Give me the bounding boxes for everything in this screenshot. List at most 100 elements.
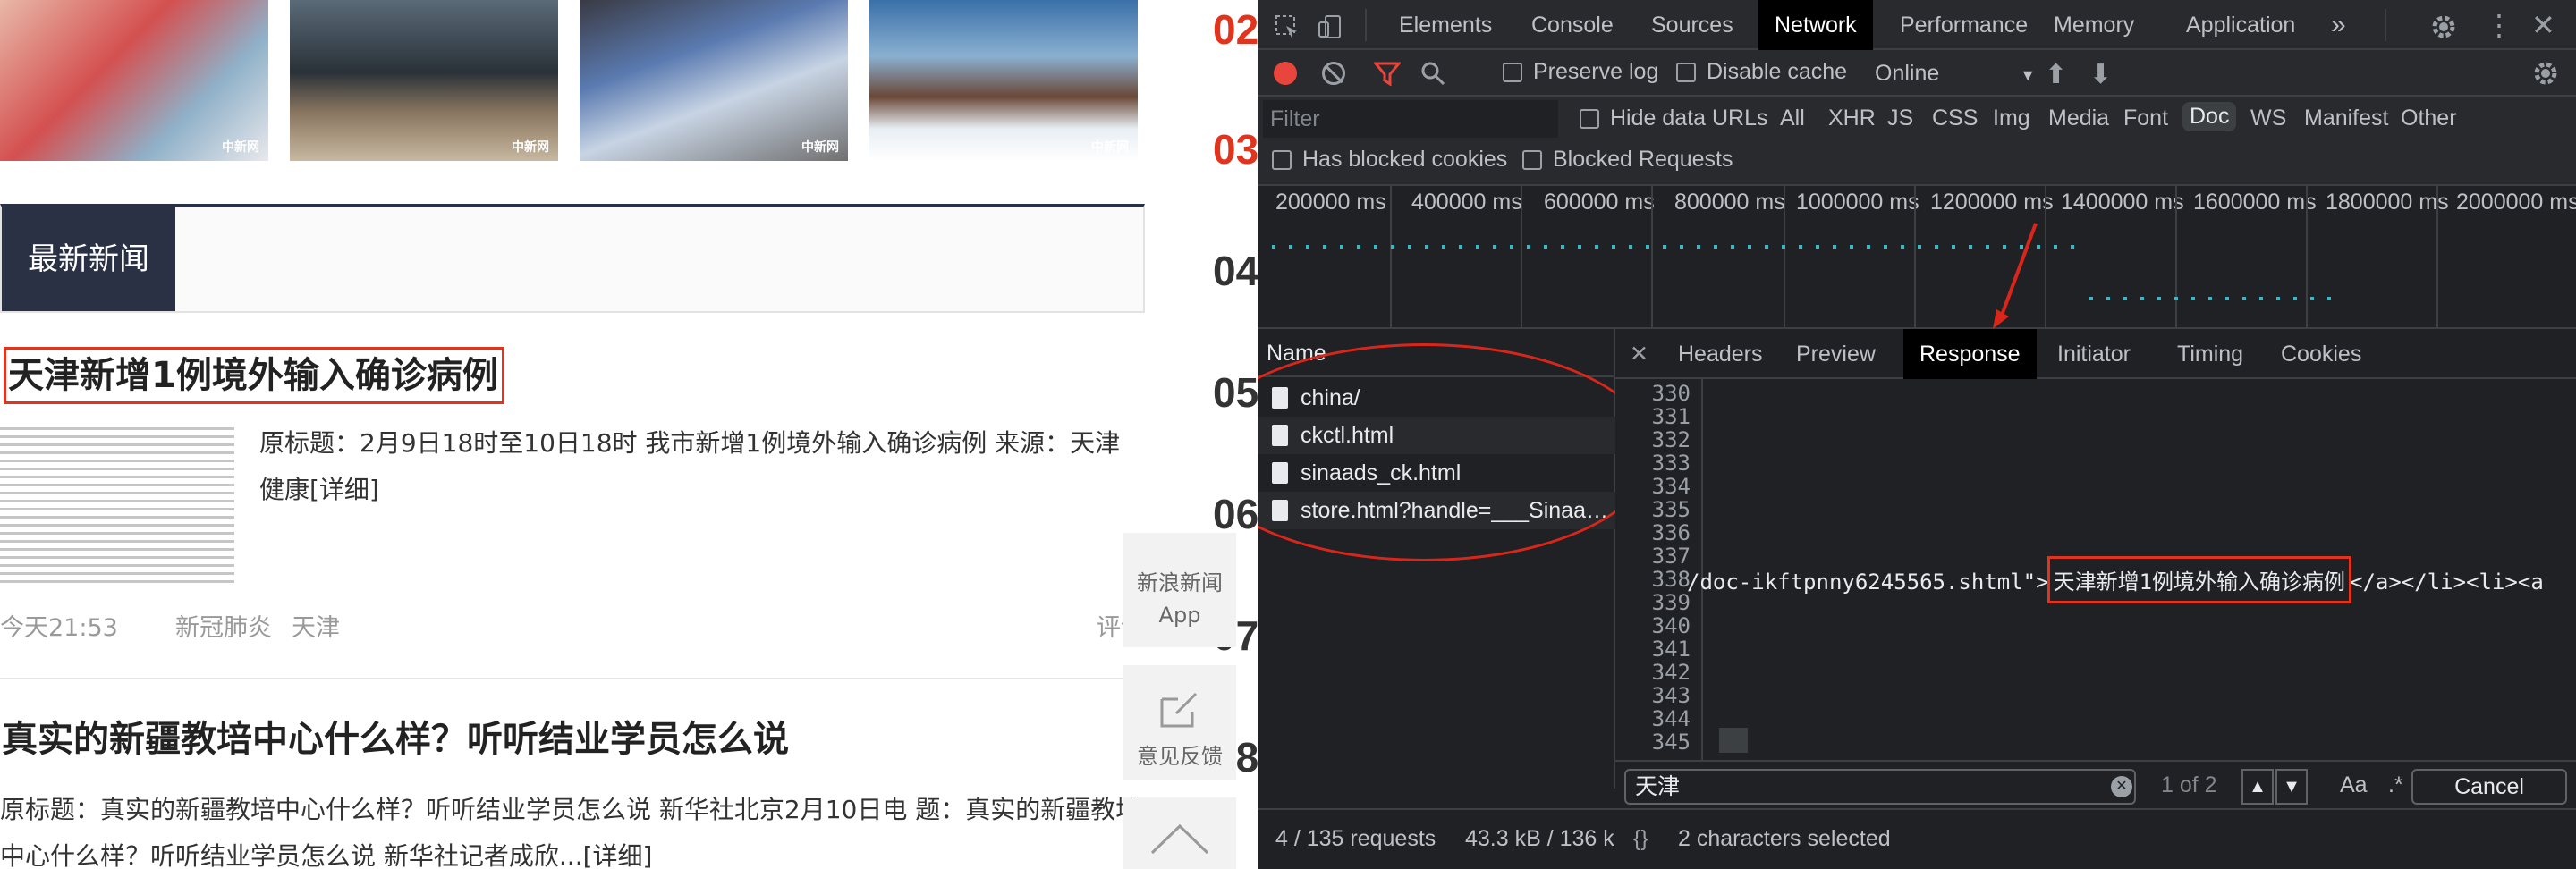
- news-thumbnail[interactable]: 中新网: [0, 0, 268, 161]
- tab-preview[interactable]: Preview: [1796, 329, 1876, 379]
- tab-timing[interactable]: Timing: [2177, 329, 2243, 379]
- toolbar-separator: [1365, 9, 1367, 41]
- regex-button[interactable]: .*: [2388, 772, 2403, 798]
- timeline-tick: 600000 ms: [1544, 190, 1655, 215]
- type-filter-img[interactable]: Img: [1993, 105, 2030, 131]
- tab-response[interactable]: Response: [1903, 329, 2037, 379]
- line-number: 331: [1651, 404, 1690, 429]
- close-detail-icon[interactable]: ✕: [1630, 329, 1648, 379]
- response-code-line[interactable]: /doc-ikftpnny6245565.shtml"> 天津新增1例境外输入确诊…: [1687, 556, 2544, 603]
- tab-network[interactable]: Network: [1758, 0, 1873, 50]
- devtools-panel: Elements Console Sources Network Perform…: [1258, 0, 2576, 869]
- blocked-cookies-checkbox[interactable]: Has blocked cookies: [1272, 147, 1507, 173]
- preserve-log-checkbox[interactable]: Preserve log: [1503, 59, 1658, 85]
- request-count: 4 / 135 requests: [1275, 826, 1436, 851]
- close-icon[interactable]: ✕: [2531, 0, 2555, 50]
- throttling-select[interactable]: Online ▼: [1875, 61, 2036, 87]
- line-number: 330: [1651, 381, 1690, 406]
- timeline-gridline: [2045, 186, 2046, 329]
- timeline-tick: 1200000 ms: [1930, 190, 2054, 215]
- export-har-icon[interactable]: ⬇: [2089, 59, 2112, 90]
- network-settings-gear-icon[interactable]: [2531, 59, 2560, 94]
- timeline-request-dots: [1272, 245, 2077, 249]
- disable-cache-checkbox[interactable]: Disable cache: [1676, 59, 1847, 85]
- thumbnail-watermark: 中新网: [222, 140, 259, 155]
- tab-headers[interactable]: Headers: [1678, 329, 1763, 379]
- search-match-count: 1 of 2: [2161, 772, 2217, 797]
- inspect-element-icon[interactable]: [1274, 0, 1301, 50]
- checkbox-icon: [1503, 63, 1522, 83]
- import-har-icon[interactable]: ⬆: [2045, 59, 2067, 90]
- app-label: App: [1158, 603, 1201, 628]
- type-filter-ws[interactable]: WS: [2250, 105, 2286, 131]
- thumbnail-watermark: 中新网: [512, 140, 549, 155]
- clear-search-icon[interactable]: ✕: [2111, 776, 2132, 797]
- type-filter-js[interactable]: JS: [1887, 105, 1913, 131]
- tab-cookies[interactable]: Cookies: [2281, 329, 2361, 379]
- tab-performance[interactable]: Performance: [1900, 0, 2028, 50]
- type-filter-css[interactable]: CSS: [1932, 105, 1978, 131]
- news-tag[interactable]: 新冠肺炎: [175, 608, 272, 643]
- type-filter-manifest[interactable]: Manifest: [2304, 105, 2388, 131]
- type-filter-font[interactable]: Font: [2123, 105, 2168, 131]
- news-title[interactable]: 真实的新疆教培中心什么样？听听结业学员怎么说: [2, 710, 789, 762]
- timeline-gridline: [2436, 186, 2438, 329]
- tab-console[interactable]: Console: [1531, 0, 1614, 50]
- news-image-placeholder[interactable]: [0, 427, 234, 586]
- transfer-size: 43.3 kB / 136 k: [1465, 826, 1614, 851]
- news-divider: [0, 678, 1145, 679]
- blocked-requests-checkbox[interactable]: Blocked Requests: [1522, 147, 1733, 173]
- type-filter-doc[interactable]: Doc: [2182, 102, 2237, 131]
- news-thumbnail[interactable]: 中新网: [580, 0, 848, 161]
- news-thumbnail[interactable]: 中新网: [290, 0, 558, 161]
- rank-number: 04: [1213, 248, 1258, 294]
- response-pane: ✕ Headers Preview Response Initiator Tim…: [1615, 329, 2576, 760]
- timeline-tick: 1600000 ms: [2193, 190, 2317, 215]
- previous-match-icon[interactable]: ▲: [2241, 769, 2274, 805]
- timeline-tick: 1400000 ms: [2061, 190, 2184, 215]
- app-download-button[interactable]: 新浪新闻 App: [1123, 533, 1236, 647]
- tab-memory[interactable]: Memory: [2054, 0, 2134, 50]
- code-text: /doc-ikftpnny6245565.shtml">: [1687, 569, 2049, 595]
- record-icon[interactable]: [1274, 62, 1297, 85]
- type-filter-other[interactable]: Other: [2401, 105, 2457, 131]
- timeline-tick: 1000000 ms: [1796, 190, 1919, 215]
- tab-elements[interactable]: Elements: [1399, 0, 1492, 50]
- news-title-highlighted[interactable]: 天津新增1例境外输入确诊病例: [4, 347, 504, 404]
- line-number: 333: [1651, 451, 1690, 476]
- timeline-tick: 2000000 ms: [2456, 190, 2576, 215]
- next-match-icon[interactable]: ▼: [2275, 769, 2308, 805]
- device-toolbar-icon[interactable]: [1317, 0, 1343, 50]
- type-filter-xhr[interactable]: XHR: [1828, 105, 1876, 131]
- more-tabs-button[interactable]: »: [2331, 0, 2346, 50]
- line-number: 338: [1651, 567, 1690, 592]
- screenshot-root: 中新网 中新网 中新网 中新网 最新新闻 天津新增1例境外输入确诊病例 原标题：…: [0, 0, 2576, 869]
- line-number: 345: [1651, 730, 1690, 755]
- match-case-button[interactable]: Aa: [2340, 772, 2368, 798]
- cancel-search-button[interactable]: Cancel: [2411, 769, 2567, 805]
- line-number: 342: [1651, 660, 1690, 685]
- search-input[interactable]: 天津: [1624, 769, 2136, 805]
- section-tab-latest-news[interactable]: 最新新闻: [2, 207, 175, 311]
- checkbox-icon: [1272, 150, 1292, 171]
- settings-gear-icon[interactable]: [2429, 0, 2458, 50]
- type-filter-media[interactable]: Media: [2048, 105, 2109, 131]
- tab-application[interactable]: Application: [2186, 0, 2295, 50]
- tab-initiator[interactable]: Initiator: [2057, 329, 2131, 379]
- hide-data-urls-checkbox[interactable]: Hide data URLs: [1580, 105, 1767, 131]
- pretty-print-icon[interactable]: {}: [1633, 826, 1648, 852]
- filter-funnel-icon[interactable]: [1372, 61, 1402, 92]
- clear-icon[interactable]: [1322, 62, 1345, 85]
- type-filter-all[interactable]: All: [1780, 105, 1805, 131]
- feedback-button[interactable]: 意见反馈: [1123, 665, 1236, 780]
- rank-number: 03: [1213, 126, 1258, 173]
- timeline-overview[interactable]: 200000 ms 400000 ms 600000 ms 800000 ms …: [1258, 186, 2576, 329]
- news-thumbnail[interactable]: 中新网: [869, 0, 1138, 161]
- customize-menu-icon[interactable]: ⋮: [2485, 0, 2513, 50]
- horizontal-scroll-thumb[interactable]: [1719, 728, 1748, 753]
- search-icon[interactable]: [1420, 61, 1445, 92]
- filter-input[interactable]: Filter: [1263, 100, 1558, 138]
- tab-sources[interactable]: Sources: [1651, 0, 1733, 50]
- news-tag[interactable]: 天津: [292, 608, 340, 643]
- back-to-top-button[interactable]: [1123, 797, 1236, 869]
